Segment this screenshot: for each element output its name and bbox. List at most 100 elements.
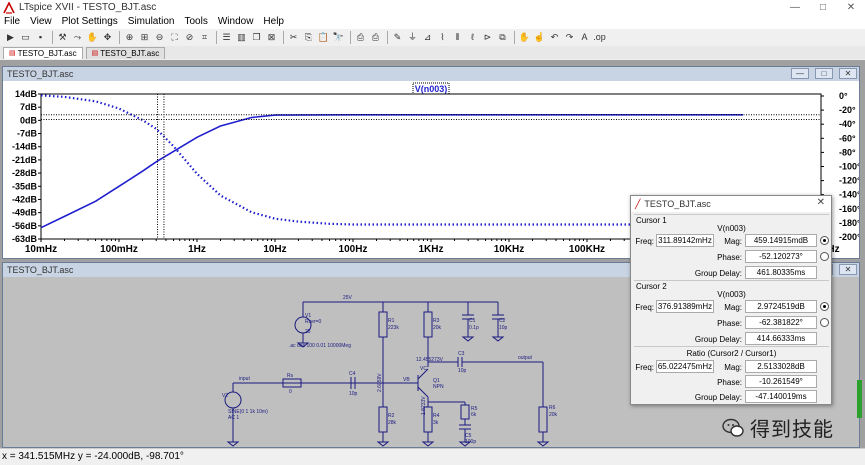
- run-icon[interactable]: ▶: [4, 31, 17, 44]
- cursor2-gd-field[interactable]: 414.66333ms: [745, 332, 817, 345]
- y-right-tick-label: -180°: [839, 218, 859, 228]
- text-icon[interactable]: A: [578, 31, 591, 44]
- component-icon[interactable]: ⧉: [496, 31, 509, 44]
- cursor-dialog-close-button[interactable]: ✕: [817, 197, 825, 208]
- ratio-phase-field[interactable]: -10.261549°: [745, 375, 817, 388]
- document-tabs: ▤ TESTO_BJT.asc ▤ TESTO_BJT.asc: [0, 46, 865, 59]
- watermark: 得到技能: [722, 413, 834, 442]
- menu-help[interactable]: Help: [258, 15, 289, 29]
- plot-window-titlebar[interactable]: TESTO_BJT.asc — □ ✕: [3, 67, 859, 81]
- redo-icon[interactable]: ↷: [563, 31, 576, 44]
- r6-value: 20k: [549, 412, 558, 418]
- label-icon[interactable]: ⊿: [421, 31, 434, 44]
- toolbar-separator: [514, 31, 515, 44]
- y-left-tick-label: 14dB: [15, 89, 38, 99]
- close-button[interactable]: ✕: [837, 0, 865, 15]
- run-stop-icon[interactable]: ⤳: [71, 31, 84, 44]
- ratio-gd-field[interactable]: -47.140019ms: [745, 390, 817, 403]
- ratio-mag-field[interactable]: 2.5133028dB: [745, 360, 817, 373]
- cascade-icon[interactable]: ❐: [250, 31, 263, 44]
- sch-close-button[interactable]: ✕: [839, 264, 857, 275]
- cursor1-mag-radio[interactable]: [820, 236, 829, 245]
- scrollbar-thumb[interactable]: [857, 380, 862, 418]
- toolbar-separator: [216, 31, 217, 44]
- toolbar-separator: [283, 31, 284, 44]
- cursor2-phase-field[interactable]: -62.381822°: [745, 316, 817, 329]
- ratio-freq-field[interactable]: 65.022475mHz: [656, 360, 714, 373]
- cursor2-mag-field[interactable]: 2.9724519dB: [745, 300, 817, 313]
- toolbar-separator: [52, 31, 53, 44]
- cursor1-freq-field[interactable]: 311.89142mHz: [656, 234, 714, 247]
- x-tick-label: 1KHz: [418, 244, 443, 255]
- wire-icon[interactable]: ✎: [391, 31, 404, 44]
- x-tick-label: 100KHz: [569, 244, 605, 255]
- cursor1-phase-radio[interactable]: [820, 252, 829, 261]
- tile-h-icon[interactable]: ☰: [220, 31, 233, 44]
- cursor1-mag-field[interactable]: 459.14915mdB: [745, 234, 817, 247]
- rs-ref: Rs: [287, 373, 294, 379]
- cursor2-mag-radio[interactable]: [820, 302, 829, 311]
- trace-label: V(n003): [415, 84, 448, 94]
- ratio-phase-label: Phase:: [717, 378, 742, 387]
- v2-ac: AC 1: [228, 415, 239, 421]
- r3-value: 20k: [433, 325, 442, 331]
- plot-close-button[interactable]: ✕: [839, 68, 857, 79]
- plot-minimize-button[interactable]: —: [791, 68, 809, 79]
- r6-ref: R6: [549, 405, 556, 411]
- control-panel-icon[interactable]: ⚒: [56, 31, 69, 44]
- y-left-tick-label: -49dB: [12, 208, 38, 218]
- status-bar: x = 341.515MHz y = -24.000dB, -98.701°: [0, 448, 865, 465]
- open-icon[interactable]: ▭: [19, 31, 32, 44]
- menu-file[interactable]: File: [0, 15, 25, 29]
- cut-icon[interactable]: ✂: [287, 31, 300, 44]
- cursor2-phase-radio[interactable]: [820, 318, 829, 327]
- undo-icon[interactable]: ↶: [548, 31, 561, 44]
- find-icon[interactable]: 🔭: [332, 31, 345, 44]
- menu-window[interactable]: Window: [213, 15, 259, 29]
- maximize-button[interactable]: □: [809, 0, 837, 15]
- v1-value: 25: [305, 329, 311, 335]
- menu-view[interactable]: View: [25, 15, 57, 29]
- resistor-icon[interactable]: ⌇: [436, 31, 449, 44]
- pan-icon[interactable]: ✥: [101, 31, 114, 44]
- menu-plot-settings[interactable]: Plot Settings: [57, 15, 123, 29]
- cursor2-freq-field[interactable]: 376.91389mHz: [656, 300, 714, 313]
- ground-icon[interactable]: ⏚: [406, 31, 419, 44]
- doc-tab-1[interactable]: ▤ TESTO_BJT.asc: [3, 47, 83, 59]
- spice-directive-icon[interactable]: .op: [593, 31, 606, 44]
- cursor-dialog-titlebar[interactable]: ╱ TESTO_BJT.asc ✕: [631, 196, 831, 212]
- halt-icon[interactable]: ✋: [86, 31, 99, 44]
- copy-icon[interactable]: ⎘: [302, 31, 315, 44]
- save-icon[interactable]: ▪: [34, 31, 47, 44]
- zoom-out-icon[interactable]: ⊖: [153, 31, 166, 44]
- r5-value: 6k: [471, 412, 477, 418]
- cursor-dialog: ╱ TESTO_BJT.asc ✕ Cursor 1 V(n003) Freq:…: [630, 195, 832, 405]
- print-setup-icon[interactable]: ⎙: [354, 31, 367, 44]
- move-icon[interactable]: ✋: [518, 31, 531, 44]
- y-left-tick-label: 7dB: [20, 102, 38, 112]
- y-right-tick-label: -200°: [839, 232, 859, 242]
- menu-tools[interactable]: Tools: [179, 15, 212, 29]
- tile-v-icon[interactable]: ▥: [235, 31, 248, 44]
- net-output: output: [518, 355, 533, 361]
- cursor1-phase-field[interactable]: -52.120273°: [745, 250, 817, 263]
- paste-icon[interactable]: 📋: [317, 31, 330, 44]
- cancel-icon[interactable]: ⊘: [183, 31, 196, 44]
- menu-simulation[interactable]: Simulation: [123, 15, 180, 29]
- autorange-icon[interactable]: ⌗: [198, 31, 211, 44]
- capacitor-icon[interactable]: ⫴: [451, 31, 464, 44]
- print-icon[interactable]: ⎙: [369, 31, 382, 44]
- x-tick-label: 10Hz: [263, 244, 286, 255]
- cursor2-signal: V(n003): [717, 290, 746, 299]
- cursor1-gd-field[interactable]: 461.80335ms: [745, 266, 817, 279]
- zoom-full-icon[interactable]: ⛶: [168, 31, 181, 44]
- zoom-in-icon[interactable]: ⊕: [123, 31, 136, 44]
- minimize-button[interactable]: —: [781, 0, 809, 15]
- diode-icon[interactable]: ⊳: [481, 31, 494, 44]
- inductor-icon[interactable]: ℓ: [466, 31, 479, 44]
- drag-icon[interactable]: ☝: [533, 31, 546, 44]
- zoom-fit-icon[interactable]: ⊞: [138, 31, 151, 44]
- close-window-icon[interactable]: ⊠: [265, 31, 278, 44]
- plot-maximize-button[interactable]: □: [815, 68, 833, 79]
- doc-tab-2[interactable]: ▤ TESTO_BJT.asc: [85, 47, 166, 59]
